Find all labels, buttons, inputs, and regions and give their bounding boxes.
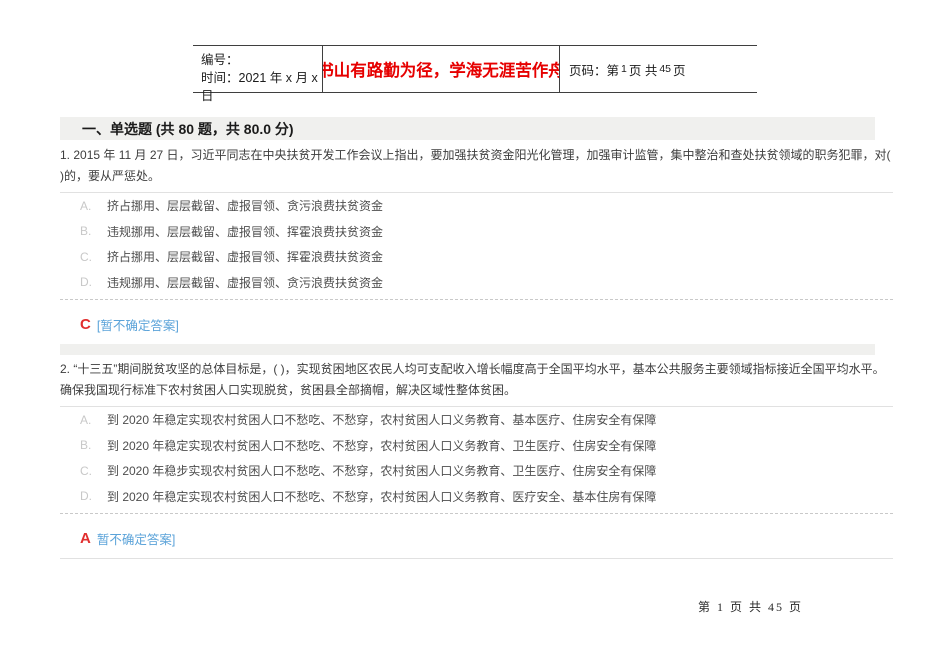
uncertain-answer-link[interactable]: 暂不确定答案] (97, 529, 175, 548)
question-separator-band (60, 344, 875, 355)
option-text: 到 2020 年稳定实现农村贫困人口不愁吃、不愁穿，农村贫困人口义务教育、基本医… (107, 413, 657, 428)
option-letter: D. (80, 275, 92, 290)
page-info-current: 1 (621, 63, 627, 75)
option-text: 到 2020 年稳定实现农村贫困人口不愁吃、不愁穿，农村贫困人口义务教育、医疗安… (107, 489, 657, 504)
option-letter: B. (80, 438, 92, 453)
option-letter: D. (80, 489, 92, 504)
question-block-2: 2. “十三五”期间脱贫攻坚的总体目标是，( )，实现贫困地区农民人均可支配收入… (60, 359, 893, 559)
page-info-total: 45 (659, 63, 672, 75)
page-info-middle: 页 共 (628, 63, 658, 78)
option-text: 违规挪用、层层截留、虚报冒领、挥霍浪费扶贫资金 (107, 224, 384, 239)
uncertain-answer-link[interactable]: [暂不确定答案] (97, 315, 179, 334)
question-block-1: 1. 2015 年 11 月 27 日，习近平同志在中央扶贫开发工作会议上指出，… (60, 145, 893, 333)
option-text: 违规挪用、层层截留、虚报冒领、贪污浪费扶贫资金 (107, 275, 384, 290)
footer-page-indicator: 第 1 页 共 45 页 (698, 600, 804, 614)
motto-text: 书山有路勤为径，学海无涯苦作舟 (322, 46, 560, 92)
question-text: 1. 2015 年 11 月 27 日，习近平同志在中央扶贫开发工作会议上指出，… (60, 145, 893, 193)
page-info-prefix: 页码：第 (569, 63, 620, 78)
header-meta-cell: 编号： 时间：2021 年 x 月 x 日 (193, 46, 322, 103)
option-letter: B. (80, 224, 92, 239)
question-text: 2. “十三五”期间脱贫攻坚的总体目标是，( )，实现贫困地区农民人均可支配收入… (60, 359, 893, 407)
option-row-c: C. 挤占挪用、层层截留、虚报冒领、挥霍浪费扶贫资金 (60, 244, 893, 270)
dashed-divider (60, 299, 893, 300)
option-row-d: D. 违规挪用、层层截留、虚报冒领、贪污浪费扶贫资金 (60, 270, 893, 296)
option-row-a: A. 挤占挪用、层层截留、虚报冒领、贪污浪费扶贫资金 (60, 193, 893, 219)
option-letter: A. (80, 412, 92, 427)
answer-row: A 暂不确定答案] (80, 530, 893, 547)
question-sheet: 一、单选题 (共 80 题，共 80.0 分) 1. 2015 年 11 月 2… (60, 117, 893, 559)
option-text: 到 2020 年稳步实现农村贫困人口不愁吃、不愁穿，农村贫困人口义务教育、卫生医… (107, 464, 657, 479)
option-letter: C. (80, 463, 92, 478)
time-label: 时间：2021 年 x 月 x 日 (201, 71, 318, 103)
option-text: 挤占挪用、层层截留、虚报冒领、贪污浪费扶贫资金 (107, 199, 384, 214)
option-row-d: D. 到 2020 年稳定实现农村贫困人口不愁吃、不愁穿，农村贫困人口义务教育、… (60, 484, 893, 510)
document-header-table: 编号： 时间：2021 年 x 月 x 日 书山有路勤为径，学海无涯苦作舟 页码… (193, 45, 757, 103)
page-info-suffix: 页 (673, 63, 686, 78)
answer-letter: C (80, 316, 91, 333)
answer-row: C [暂不确定答案] (80, 316, 893, 333)
option-row-a: A. 到 2020 年稳定实现农村贫困人口不愁吃、不愁穿，农村贫困人口义务教育、… (60, 407, 893, 433)
number-label: 编号： (201, 53, 239, 67)
dashed-divider (60, 513, 893, 514)
bottom-divider (60, 558, 893, 559)
options-list: A. 挤占挪用、层层截留、虚报冒领、贪污浪费扶贫资金 B. 违规挪用、层层截留、… (60, 193, 893, 295)
option-letter: C. (80, 249, 92, 264)
option-text: 到 2020 年稳定实现农村贫困人口不愁吃、不愁穿，农村贫困人口义务教育、卫生医… (107, 438, 657, 453)
option-text: 挤占挪用、层层截留、虚报冒领、挥霍浪费扶贫资金 (107, 250, 384, 265)
answer-letter: A (80, 530, 91, 547)
option-letter: A. (80, 198, 92, 213)
option-row-b: B. 到 2020 年稳定实现农村贫困人口不愁吃、不愁穿，农村贫困人口义务教育、… (60, 433, 893, 459)
header-page-cell: 页码：第 1 页 共 45 页 (560, 46, 757, 92)
section-title: 一、单选题 (共 80 题，共 80.0 分) (60, 117, 875, 140)
option-row-c: C. 到 2020 年稳步实现农村贫困人口不愁吃、不愁穿，农村贫困人口义务教育、… (60, 458, 893, 484)
option-row-b: B. 违规挪用、层层截留、虚报冒领、挥霍浪费扶贫资金 (60, 219, 893, 245)
options-list: A. 到 2020 年稳定实现农村贫困人口不愁吃、不愁穿，农村贫困人口义务教育、… (60, 407, 893, 509)
